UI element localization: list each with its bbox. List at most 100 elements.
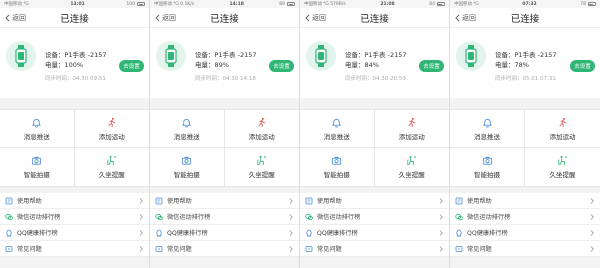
- carrier-text: 中国移动 ⁴G: [454, 2, 479, 7]
- grid-label: 久坐提醒: [398, 171, 425, 179]
- qq-icon: [456, 229, 462, 236]
- qq-icon: [6, 229, 12, 236]
- status-time: 13:01: [70, 1, 85, 7]
- chevron-right-icon: [439, 245, 443, 252]
- device-battery: 电量：84%: [345, 61, 379, 69]
- chevron-right-icon: [439, 229, 443, 236]
- watch-avatar: [456, 41, 486, 71]
- list-label: 使用帮助: [467, 198, 492, 205]
- list-item-wechat-rank[interactable]: 微信运动排行榜: [300, 209, 449, 225]
- chevron-right-icon: [289, 245, 293, 252]
- grid-label: 智能拍摄: [23, 171, 50, 179]
- grid-item-notifications[interactable]: 消息推送: [150, 110, 225, 148]
- list-item-qq-rank[interactable]: QQ健康排行榜: [450, 225, 600, 241]
- nav-header: 返回 已连接: [450, 8, 600, 28]
- back-label: 返回: [462, 13, 476, 22]
- list-label: 常见问题: [17, 246, 42, 253]
- list-label: QQ健康排行榜: [167, 230, 208, 237]
- sync-time: 同步时间：04.30 14:18: [195, 76, 256, 82]
- device-battery: 电量：89%: [195, 61, 229, 69]
- wechat-icon: [155, 213, 163, 220]
- chevron-right-icon: [590, 197, 594, 204]
- menu-list: 使用帮助 微信运动排行榜 QQ健康排行榜 常见问题: [150, 193, 299, 257]
- grid-item-sedentary[interactable]: 久坐提醒: [225, 148, 300, 186]
- status-right: 78: [580, 2, 596, 7]
- feature-grid: 消息推送 添加运动 智能拍摄 久坐提醒: [150, 109, 299, 187]
- back-button[interactable]: 返回: [0, 13, 26, 23]
- status-time: 07:32: [522, 1, 537, 7]
- go-settings-button[interactable]: 去设置: [570, 60, 595, 72]
- grid-item-notifications[interactable]: 消息推送: [300, 110, 375, 148]
- help-icon: [455, 197, 463, 204]
- bell-icon: [332, 118, 342, 127]
- grid-item-add-sport[interactable]: 添加运动: [224, 110, 299, 148]
- bell-icon: [482, 118, 492, 127]
- list-label: 常见问题: [167, 246, 192, 253]
- list-item-qq-rank[interactable]: QQ健康排行榜: [300, 225, 449, 241]
- list-item-help[interactable]: 使用帮助: [150, 193, 299, 209]
- status-bar: 中国移动 ⁴G 579B/s 21:08 84: [300, 0, 449, 8]
- grid-item-add-sport[interactable]: 添加运动: [74, 110, 149, 148]
- device-name: 设备：P1手表 -2157: [195, 51, 257, 59]
- back-label: 返回: [162, 13, 176, 22]
- device-card: 设备：P1手表 -2157 电量：100% 同步时间：04.30 09:51 去…: [0, 28, 149, 98]
- grid-item-smart-camera[interactable]: 智能拍摄: [150, 148, 225, 186]
- grid-item-sedentary[interactable]: 久坐提醒: [525, 148, 600, 186]
- list-item-wechat-rank[interactable]: 微信运动排行榜: [450, 209, 600, 225]
- list-item-wechat-rank[interactable]: 微信运动排行榜: [150, 209, 299, 225]
- grid-label: 智能拍摄: [474, 171, 500, 179]
- list-item-faq[interactable]: 常见问题: [450, 241, 600, 257]
- list-label: 微信运动排行榜: [317, 214, 361, 221]
- grid-item-sedentary[interactable]: 久坐提醒: [375, 148, 450, 186]
- nav-header: 返回 已连接: [150, 8, 299, 28]
- wechat-icon: [305, 213, 313, 220]
- list-item-help[interactable]: 使用帮助: [0, 193, 149, 209]
- grid-label: 消息推送: [173, 132, 200, 141]
- list-item-faq[interactable]: 常见问题: [0, 241, 149, 257]
- camera-icon: [182, 156, 192, 165]
- list-item-faq[interactable]: 常见问题: [150, 241, 299, 257]
- faq-icon: [455, 245, 463, 252]
- qq-icon: [306, 229, 312, 236]
- feature-grid: 消息推送 添加运动 智能拍摄 久坐提醒: [450, 109, 600, 187]
- list-item-qq-rank[interactable]: QQ健康排行榜: [150, 225, 299, 241]
- chevron-right-icon: [139, 229, 143, 236]
- back-button[interactable]: 返回: [450, 13, 476, 23]
- phone-screen-1: 中国移动 ⁴G 13:01 100 返回 已连接 设备：P1手表 -2157 电…: [0, 0, 150, 268]
- status-bar: 中国移动 ⁴G 13:01 100: [0, 0, 149, 8]
- device-card: 设备：P1手表 -2157 电量：89% 同步时间：04.30 14:18 去设…: [150, 28, 299, 98]
- running-icon: [258, 117, 266, 127]
- battery-icon: [436, 2, 445, 6]
- go-settings-button[interactable]: 去设置: [269, 60, 294, 72]
- device-name: 设备：P1手表 -2157: [45, 51, 107, 59]
- list-item-qq-rank[interactable]: QQ健康排行榜: [0, 225, 149, 241]
- list-item-wechat-rank[interactable]: 微信运动排行榜: [0, 209, 149, 225]
- sitting-icon: [257, 155, 267, 166]
- device-card: 设备：P1手表 -2157 电量：84% 同步时间：04.30 20:59 去设…: [300, 28, 449, 98]
- chevron-right-icon: [590, 213, 594, 220]
- wechat-icon: [455, 213, 463, 220]
- carrier-text: 中国移动 ⁴G: [4, 2, 29, 7]
- list-item-help[interactable]: 使用帮助: [450, 193, 600, 209]
- go-settings-button[interactable]: 去设置: [419, 60, 444, 72]
- back-button[interactable]: 返回: [300, 13, 326, 23]
- back-button[interactable]: 返回: [150, 13, 176, 23]
- grid-label: 消息推送: [23, 132, 50, 141]
- grid-item-add-sport[interactable]: 添加运动: [374, 110, 449, 148]
- grid-item-add-sport[interactable]: 添加运动: [525, 110, 600, 148]
- grid-item-smart-camera[interactable]: 智能拍摄: [0, 148, 75, 186]
- grid-item-notifications[interactable]: 消息推送: [0, 110, 75, 148]
- help-icon: [5, 197, 13, 204]
- grid-item-notifications[interactable]: 消息推送: [450, 110, 525, 148]
- grid-label: 久坐提醒: [549, 171, 576, 179]
- list-item-faq[interactable]: 常见问题: [300, 241, 449, 257]
- go-settings-button[interactable]: 去设置: [119, 60, 144, 72]
- list-item-help[interactable]: 使用帮助: [300, 193, 449, 209]
- device-name: 设备：P1手表 -2157: [345, 51, 407, 59]
- grid-item-smart-camera[interactable]: 智能拍摄: [450, 148, 525, 186]
- chevron-right-icon: [590, 229, 594, 236]
- battery-icon: [137, 2, 145, 6]
- grid-item-sedentary[interactable]: 久坐提醒: [75, 148, 150, 186]
- grid-item-smart-camera[interactable]: 智能拍摄: [300, 148, 375, 186]
- list-label: QQ健康排行榜: [17, 230, 58, 237]
